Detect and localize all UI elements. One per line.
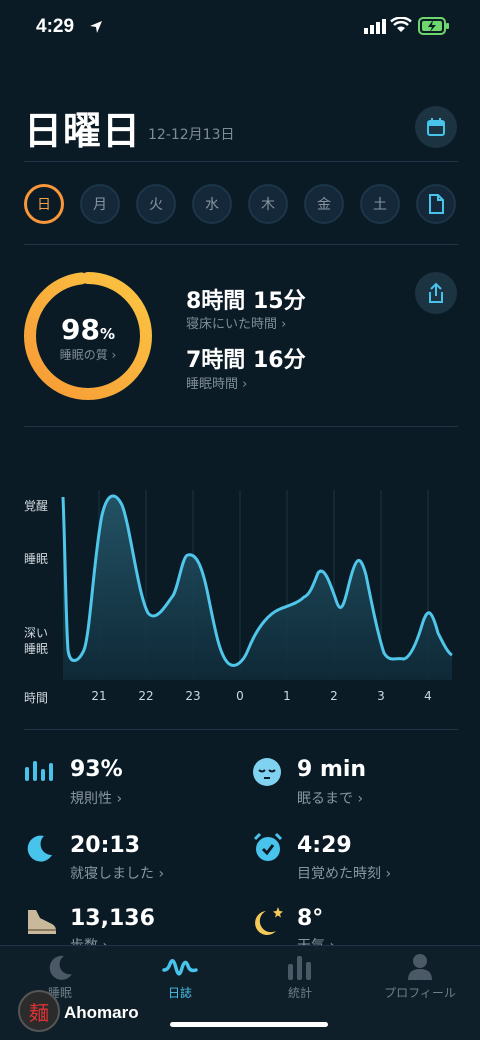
steps-value: 13,136 [70, 906, 155, 931]
nav-stats-label: 統計 [287, 986, 312, 1000]
nav-sleep-tab[interactable]: 睡眠 [10, 950, 110, 1000]
moon-icon [49, 955, 72, 980]
x-tick: 22 [138, 689, 154, 703]
person-icon [408, 954, 432, 980]
wave-icon [162, 959, 198, 976]
bedtime-value: 20:13 [70, 833, 141, 858]
x-tick: 21 [91, 689, 107, 703]
sleep-stage-chart[interactable] [60, 485, 460, 685]
location-arrow-icon [90, 21, 102, 33]
day-sun-button[interactable]: 日 [24, 184, 64, 224]
bar-chart-icon [288, 956, 311, 980]
bedtime-label[interactable]: 就寝しました › [70, 863, 164, 883]
quality-value: 98% [22, 313, 154, 346]
time-in-bed-label[interactable]: 寝床にいた時間 › [186, 313, 286, 332]
bars-icon [25, 761, 53, 781]
nav-profile-label: プロフィール [384, 986, 456, 1000]
x-tick: 23 [185, 689, 201, 703]
time-in-bed-value: 8時間 15分 [186, 289, 306, 314]
y-label-awake: 覚醒 [24, 499, 49, 513]
regularity-value: 93% [70, 757, 123, 782]
wifi-icon [390, 17, 412, 32]
date-range: 12-12月13日 [148, 127, 235, 143]
sleep-time-label[interactable]: 睡眠時間 › [186, 373, 247, 392]
username: Ahomaro [64, 1003, 139, 1022]
x-axis-title: 時間 [24, 691, 49, 705]
document-icon [429, 194, 444, 214]
x-tick: 4 [424, 689, 432, 703]
day-mon-button[interactable]: 月 [80, 184, 120, 224]
divider [24, 161, 458, 162]
x-tick: 0 [236, 689, 244, 703]
divider [24, 426, 458, 427]
quality-label[interactable]: 睡眠の質 › [22, 346, 154, 363]
share-button[interactable] [415, 272, 457, 314]
nav-profile-tab[interactable]: プロフィール [370, 950, 470, 1000]
sleep-area [63, 495, 452, 680]
latency-label[interactable]: 眠るまで › [297, 788, 363, 808]
page-title: 日曜日 [24, 109, 142, 153]
wake-time-label[interactable]: 目覚めた時刻 › [297, 863, 391, 883]
signal-icon [364, 19, 386, 34]
day-wed-button[interactable]: 水 [192, 184, 232, 224]
y-label-sleep: 睡眠 [24, 552, 49, 566]
day-thu-button[interactable]: 木 [248, 184, 288, 224]
latency-value: 9 min [297, 757, 367, 782]
day-fri-button[interactable]: 金 [304, 184, 344, 224]
calendar-button[interactable] [415, 106, 457, 148]
share-icon [429, 282, 443, 303]
battery-charging-icon [418, 17, 449, 35]
divider [24, 244, 458, 245]
regularity-label[interactable]: 規則性 › [70, 788, 122, 808]
sleep-time-value: 7時間 16分 [186, 348, 306, 373]
notes-button[interactable] [416, 184, 456, 224]
nav-journal-tab[interactable]: 日誌 [130, 950, 230, 1000]
alarm-clock-icon [253, 832, 283, 861]
moon-icon [27, 835, 52, 862]
sleepy-face-icon [253, 758, 281, 786]
wake-time-value: 4:29 [297, 833, 352, 858]
shoe-icon [28, 910, 56, 934]
x-tick: 2 [330, 689, 338, 703]
x-tick: 3 [377, 689, 385, 703]
moon-star-icon [255, 907, 283, 935]
x-tick: 1 [283, 689, 291, 703]
calendar-icon [427, 118, 445, 136]
day-tue-button[interactable]: 火 [136, 184, 176, 224]
y-label-deep: 深い 睡眠 [24, 626, 49, 656]
status-bar: 4:29 [0, 0, 480, 52]
home-indicator[interactable] [170, 1022, 328, 1027]
quality-unit: % [99, 325, 115, 343]
quality-number: 98 [61, 313, 100, 346]
nav-stats-tab[interactable]: 統計 [250, 950, 350, 1000]
weather-value: 8° [297, 906, 324, 931]
day-sat-button[interactable]: 土 [360, 184, 400, 224]
divider [24, 729, 458, 730]
avatar: 麺 [18, 990, 60, 1032]
status-time: 4:29 [36, 16, 75, 37]
nav-journal-label: 日誌 [167, 986, 192, 1000]
